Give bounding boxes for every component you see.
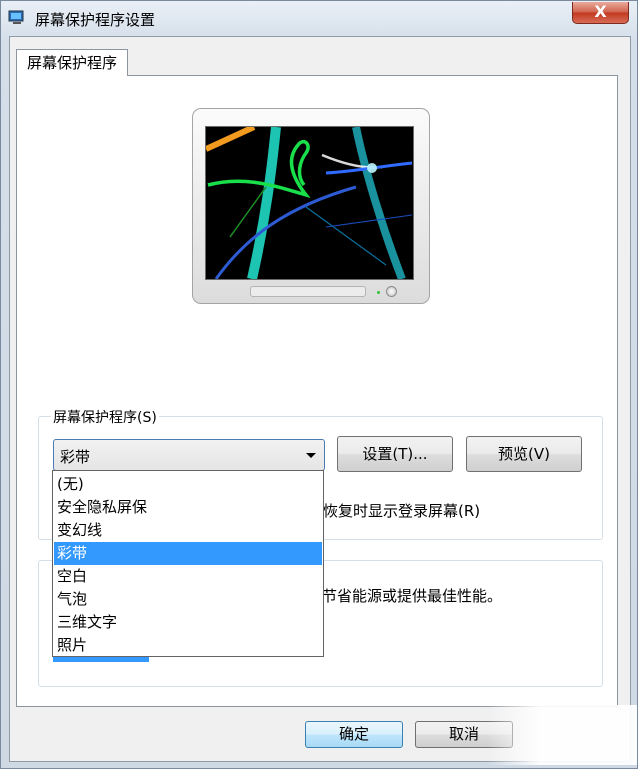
monitor-slot: [250, 286, 366, 297]
screensaver-app-icon: [8, 10, 24, 24]
dropdown-option-3d-text[interactable]: 三维文字: [54, 611, 322, 634]
tab-screensaver[interactable]: 屏幕保护程序: [16, 49, 129, 76]
screensaver-select-value: 彩带: [60, 448, 91, 466]
ribbons-preview-image: [206, 127, 413, 279]
settings-button[interactable]: 设置(T)...: [337, 436, 453, 472]
close-icon: X: [594, 2, 607, 21]
watermark-overlay: [487, 705, 637, 765]
dropdown-option-blank[interactable]: 空白: [54, 565, 322, 588]
title-bar[interactable]: 屏幕保护程序设置 X: [1, 1, 637, 35]
dropdown-option-bubbles[interactable]: 气泡: [54, 588, 322, 611]
dropdown-option-ribbons[interactable]: 彩带: [54, 542, 322, 565]
chevron-down-icon[interactable]: [306, 453, 316, 458]
close-button[interactable]: X: [572, 2, 629, 24]
dropdown-option-none[interactable]: (无): [54, 473, 322, 496]
screensaver-dropdown-list: (无) 安全隐私屏保 变幻线 彩带 空白 气泡 三维文字 照片: [52, 470, 324, 657]
dialog-window: 屏幕保护程序设置 X 屏幕保护程序 屏幕保护程序(S) 彩带 设置(T)... …: [0, 0, 638, 769]
window-title: 屏幕保护程序设置: [35, 11, 156, 29]
screensaver-group-label: 屏幕保护程序(S): [51, 407, 159, 427]
dropdown-option-photos[interactable]: 照片: [54, 634, 322, 657]
preview-screen: [205, 126, 414, 280]
power-description-text: 节省能源或提供最佳性能。: [322, 587, 503, 605]
screensaver-select[interactable]: 彩带: [53, 439, 325, 471]
preview-button[interactable]: 预览(V): [466, 436, 582, 472]
ok-button[interactable]: 确定: [305, 721, 403, 748]
power-button-icon: [386, 286, 397, 297]
power-led: [377, 291, 380, 294]
dropdown-option-privacy[interactable]: 安全隐私屏保: [54, 496, 322, 519]
dropdown-option-mystify[interactable]: 变幻线: [54, 519, 322, 542]
monitor-preview: [192, 108, 430, 304]
resume-login-checkbox-label[interactable]: 恢复时显示登录屏幕(R): [323, 500, 480, 521]
